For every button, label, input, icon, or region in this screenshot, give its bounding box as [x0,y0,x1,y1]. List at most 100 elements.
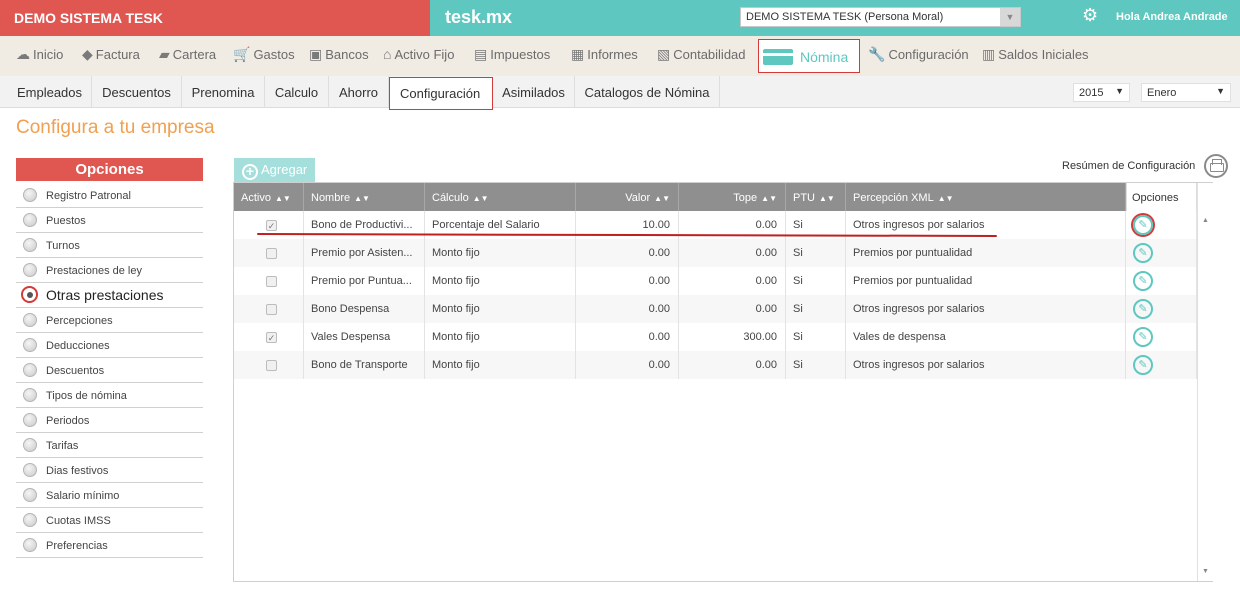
ledger-icon: ▧ [657,46,671,62]
radio-icon[interactable] [23,263,37,277]
radio-icon[interactable] [23,388,37,402]
tab-empleados[interactable]: Empleados [8,76,92,108]
active-checkbox[interactable]: ✓ [266,332,277,343]
active-checkbox[interactable] [266,304,277,315]
radio-icon[interactable] [23,463,37,477]
option-item[interactable]: Periodos [16,408,203,433]
col-tope[interactable]: Tope ▲▼ [679,183,786,211]
option-item[interactable]: Dias festivos [16,458,203,483]
menu-item-factura[interactable]: ◆ Factura [82,46,140,63]
menu-item-saldos-iniciales[interactable]: ▥ Saldos Iniciales [982,46,1089,63]
menu-item-configuracion[interactable]: 🔧 Configuración [868,46,969,63]
edit-pencil-icon[interactable]: ✎ [1133,299,1153,319]
radio-icon[interactable] [23,363,37,377]
brand-logo[interactable]: tesk.mx [445,7,512,28]
month-select[interactable]: Enero ▼ [1141,83,1231,102]
table-row[interactable]: Bono Despensa Monto fijo 0.00 0.00 Si Otros i… [234,295,1197,323]
col-calculo[interactable]: Cálculo ▲▼ [425,183,576,211]
col-opciones: Opciones [1126,183,1197,211]
col-nombre[interactable]: Nombre ▲▼ [304,183,425,211]
radio-icon[interactable] [23,188,37,202]
tab-calculo[interactable]: Calculo [265,76,329,108]
radio-icon[interactable] [23,338,37,352]
option-item[interactable]: Turnos [16,233,203,258]
tab-ahorro[interactable]: Ahorro [329,76,389,108]
option-item[interactable]: Percepciones [16,308,203,333]
option-item[interactable]: Otras prestaciones [16,283,203,308]
table-row[interactable]: Premio por Puntua... Monto fijo 0.00 0.00 Si… [234,267,1197,295]
menu-item-inicio[interactable]: ☁ Inicio [16,46,63,63]
scrollbar[interactable]: ▲ ▼ [1197,183,1213,581]
printer-icon[interactable] [1204,154,1228,178]
radio-icon[interactable] [23,538,37,552]
option-item[interactable]: Tarifas [16,433,203,458]
option-label: Preferencias [46,540,108,552]
menu-item-bancos[interactable]: ▣ Bancos [309,46,369,63]
tab-configuracion[interactable]: Configuración [389,77,493,110]
active-checkbox[interactable] [266,360,277,371]
edit-pencil-icon[interactable]: ✎ [1133,215,1153,235]
tab-catalogos-nomina[interactable]: Catalogos de Nómina [575,76,720,108]
radio-icon[interactable] [21,286,38,303]
option-item[interactable]: Tipos de nómina [16,383,203,408]
table-row[interactable]: Premio por Asisten... Monto fijo 0.00 0.00 S… [234,239,1197,267]
scroll-down-icon[interactable]: ▼ [1202,568,1209,575]
option-item[interactable]: Deducciones [16,333,203,358]
radio-icon[interactable] [23,488,37,502]
plus-icon: + [242,164,258,180]
cell-valor: 0.00 [576,351,679,379]
menu-item-informes[interactable]: ▦ Informes [571,46,638,63]
company-select[interactable]: DEMO SISTEMA TESK (Persona Moral) ▼ [740,7,1021,27]
sort-icon: ▲▼ [274,194,291,203]
active-checkbox[interactable] [266,276,277,287]
col-percepcion-xml[interactable]: Percepción XML ▲▼ [846,183,1126,211]
col-valor[interactable]: Valor ▲▼ [576,183,679,211]
edit-pencil-icon[interactable]: ✎ [1133,271,1153,291]
radio-icon[interactable] [23,238,37,252]
active-checkbox[interactable]: ✓ [266,220,277,231]
tab-asimilados[interactable]: Asimilados [493,76,575,108]
radio-icon[interactable] [23,313,37,327]
option-item[interactable]: Puestos [16,208,203,233]
edit-pencil-icon[interactable]: ✎ [1133,355,1153,375]
user-greeting[interactable]: Hola Andrea Andrade [1116,11,1228,23]
menu-item-gastos[interactable]: 🛒 Gastos [233,46,295,63]
edit-pencil-icon[interactable]: ✎ [1133,327,1153,347]
option-item[interactable]: Preferencias [16,533,203,558]
menu-item-nomina[interactable]: Nómina [758,39,860,73]
col-activo[interactable]: Activo ▲▼ [234,183,304,211]
option-item[interactable]: Cuotas IMSS [16,508,203,533]
wallet-icon: ▰ [159,46,170,62]
option-item[interactable]: Prestaciones de ley [16,258,203,283]
tab-prenomina[interactable]: Prenomina [182,76,265,108]
summary-link[interactable]: Resúmen de Configuración [1062,160,1195,172]
cell-nombre: Bono de Transporte [304,351,425,379]
cell-nombre: Premio por Asisten... [304,239,425,267]
year-select[interactable]: 2015 ▼ [1073,83,1130,102]
options-header: Opciones [16,158,203,181]
cell-nombre: Vales Despensa [304,323,425,351]
tab-descuentos[interactable]: Descuentos [92,76,182,108]
add-button[interactable]: + Agregar [234,158,315,182]
menu-item-contabilidad[interactable]: ▧ Contabilidad [657,46,746,63]
table-row[interactable]: Bono de Transporte Monto fijo 0.00 0.00 Si Ot… [234,351,1197,379]
option-label: Prestaciones de ley [46,265,142,277]
radio-icon[interactable] [23,413,37,427]
document-icon: ▦ [571,46,585,62]
col-ptu[interactable]: PTU ▲▼ [786,183,846,211]
active-checkbox[interactable] [266,248,277,259]
option-item[interactable]: Registro Patronal [16,183,203,208]
gear-icon[interactable]: ⚙ [1082,5,1098,26]
radio-icon[interactable] [23,438,37,452]
option-item[interactable]: Descuentos [16,358,203,383]
scroll-up-icon[interactable]: ▲ [1202,217,1209,224]
radio-icon[interactable] [23,513,37,527]
menu-item-activo-fijo[interactable]: ⌂ Activo Fijo [383,46,454,62]
option-item[interactable]: Salario mínimo [16,483,203,508]
sub-menu: Empleados Descuentos Prenomina Calculo A… [0,76,1240,110]
table-row[interactable]: ✓ Vales Despensa Monto fijo 0.00 300.00 Si Val… [234,323,1197,351]
radio-icon[interactable] [23,213,37,227]
edit-pencil-icon[interactable]: ✎ [1133,243,1153,263]
menu-item-cartera[interactable]: ▰ Cartera [159,46,216,63]
menu-item-impuestos[interactable]: ▤ Impuestos [474,46,550,63]
